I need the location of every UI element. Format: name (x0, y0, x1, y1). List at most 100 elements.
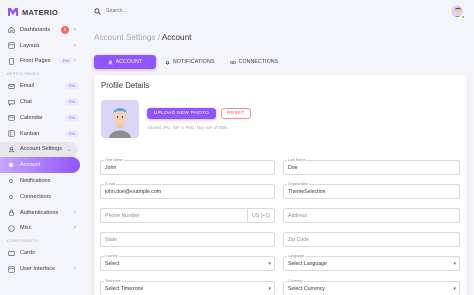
upload-hint: Allowed JPG, GIF or PNG. Max size of 800… (147, 125, 228, 130)
pro-badge: Pro (60, 58, 72, 65)
field-value: john.doe@example.com (105, 188, 162, 195)
search-input[interactable] (106, 8, 186, 14)
sidebar-item-calendar[interactable]: Calendar Pro (0, 110, 84, 126)
section-title-apps: APPS & PAGES (7, 71, 40, 76)
sidebar-item-label: Cards (20, 250, 35, 257)
chevron-right-icon: › (74, 26, 76, 33)
field-placeholder: Address (288, 212, 308, 219)
field-value: Select Timezone (105, 285, 144, 292)
chevron-right-icon: › (74, 42, 76, 49)
field-placeholder: Phone Number (105, 212, 140, 219)
sidebar-item-label: User Interface (20, 266, 56, 273)
sidebar-item-label: Account (20, 162, 41, 169)
sidebar-item-kanban[interactable]: Kanban Pro (0, 126, 84, 142)
sidebar-item-dashboards[interactable]: Dashboards 5 › (0, 22, 84, 38)
account-tabs: ACCOUNT NOTIFICATIONS CONNECTIONS (94, 55, 287, 69)
chevron-right-icon: › (74, 58, 76, 65)
sidebar-item-chat[interactable]: Chat Pro (0, 94, 84, 110)
profile-details-card: Profile Details UPLOAD NEW PHOTO RESET A… (94, 75, 467, 295)
tab-notifications[interactable]: NOTIFICATIONS (159, 55, 221, 69)
breadcrumb-current: Account (161, 33, 192, 42)
sidebar-item-label: Misc (20, 225, 32, 232)
link-icon (229, 60, 236, 65)
brand-name: MATERIO (22, 7, 59, 17)
sidebar: MATERIO Dashboards 5 › Layouts › Front P… (0, 0, 84, 295)
field-placeholder: State (105, 236, 118, 243)
calendar-icon (7, 114, 15, 122)
breadcrumb-parent[interactable]: Account Settings (94, 33, 155, 42)
sidebar-item-front-pages[interactable]: Front Pages Pro › (0, 54, 84, 70)
phone-number-field[interactable]: Phone Number US (+1) (100, 208, 275, 223)
organization-field[interactable]: Organization ThemeSelection (283, 182, 460, 199)
chevron-down-icon: ▾ (268, 260, 271, 267)
chevron-down-icon: ⌄ (66, 146, 72, 153)
sidebar-item-label: Calendar (20, 114, 43, 121)
brand[interactable]: MATERIO (0, 4, 84, 20)
sidebar-item-label: Layouts (20, 42, 40, 49)
sidebar-item-account[interactable]: Account (0, 157, 80, 174)
chevron-right-icon: › (74, 266, 76, 273)
circle-dot-icon (7, 161, 15, 169)
user-icon (108, 59, 113, 65)
chevron-down-icon: ▾ (268, 285, 271, 292)
field-value: Select Currency (288, 285, 325, 292)
first-name-field[interactable]: First Name John (100, 158, 275, 175)
pro-badge: Pro (66, 114, 78, 121)
sidebar-item-cards[interactable]: Cards (0, 245, 84, 261)
sidebar-item-email[interactable]: Email Pro (0, 78, 84, 94)
field-value: ThemeSelection (288, 188, 326, 195)
lock-icon (7, 209, 15, 217)
mail-icon (7, 82, 15, 90)
sidebar-item-label: Chat (20, 99, 32, 106)
upload-photo-button[interactable]: UPLOAD NEW PHOTO (147, 108, 216, 119)
chevron-right-icon: › (74, 225, 76, 232)
chat-icon (7, 98, 15, 106)
card-title: Profile Details (101, 81, 150, 90)
reset-button[interactable]: RESET (221, 108, 251, 119)
language-select[interactable]: Language Select Language ▾ (283, 254, 460, 271)
last-name-field[interactable]: Last Name Doe (283, 158, 460, 175)
online-status-dot (461, 15, 465, 19)
country-select[interactable]: Country Select ▾ (100, 254, 275, 271)
tab-label: CONNECTIONS (238, 59, 279, 65)
sidebar-item-label: Authentications (20, 209, 59, 216)
field-value: John (105, 164, 117, 171)
sidebar-item-account-settings[interactable]: Account Settings ⌄ (0, 141, 78, 158)
tab-connections[interactable]: CONNECTIONS (224, 55, 285, 69)
tab-label: ACCOUNT (115, 59, 143, 65)
sidebar-item-notifications[interactable]: Notifications (0, 173, 84, 189)
zip-code-field[interactable]: Zip Code (283, 232, 460, 247)
address-field[interactable]: Address (283, 208, 460, 223)
sidebar-item-label: Kanban (20, 130, 40, 137)
tab-account[interactable]: ACCOUNT (94, 55, 156, 69)
kanban-icon (7, 130, 15, 138)
home-icon (7, 26, 15, 34)
sidebar-item-authentications[interactable]: Authentications › (0, 205, 84, 221)
sidebar-item-label: Email (20, 83, 34, 90)
email-field[interactable]: E-mail john.doe@example.com (100, 182, 275, 199)
currency-select[interactable]: Currency Select Currency ▾ (283, 279, 460, 295)
tab-label: NOTIFICATIONS (173, 59, 215, 65)
sidebar-item-layouts[interactable]: Layouts › (0, 38, 84, 54)
field-value: Select Language (288, 260, 327, 267)
timezone-select[interactable]: Timezone Select Timezone ▾ (100, 279, 275, 295)
circle-icon (7, 177, 15, 185)
breadcrumb: Account Settings / Account (94, 33, 191, 42)
bell-icon (165, 60, 170, 65)
sidebar-item-label: Connections (20, 193, 52, 200)
card-icon (7, 249, 15, 257)
sidebar-item-connections[interactable]: Connections (0, 189, 84, 205)
sidebar-item-user-interface[interactable]: User Interface › (0, 261, 84, 277)
pro-badge: Pro (66, 130, 78, 137)
chevron-down-icon: ▾ (453, 260, 456, 267)
chevron-right-icon: › (74, 209, 76, 216)
state-field[interactable]: State (100, 232, 275, 247)
search-icon[interactable] (94, 7, 101, 15)
profile-avatar (101, 100, 139, 138)
sidebar-item-label: Account Settings (20, 146, 62, 153)
materio-logo-icon (8, 8, 18, 16)
chevron-down-icon: ▾ (453, 285, 456, 292)
user-icon (7, 145, 15, 153)
sidebar-item-misc[interactable]: Misc › (0, 221, 84, 237)
files-icon (7, 57, 15, 65)
